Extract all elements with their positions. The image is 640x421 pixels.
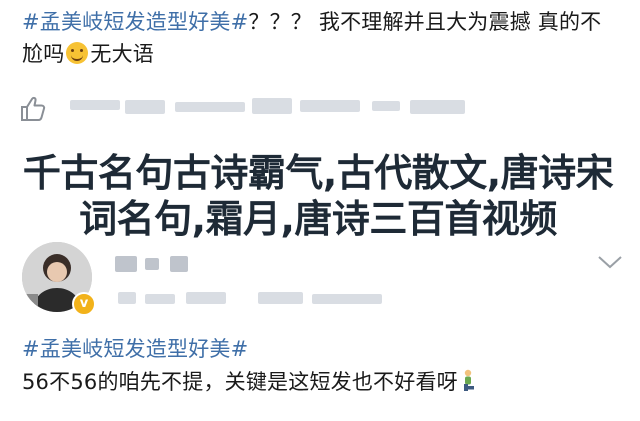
- hashtag-link[interactable]: #孟美岐短发造型好美#: [22, 333, 622, 365]
- chevron-down-icon[interactable]: [596, 252, 624, 272]
- thumbs-up-icon[interactable]: [18, 94, 48, 124]
- blurred-meta: [186, 292, 226, 304]
- verified-badge-icon: v: [72, 292, 96, 316]
- blurred-meta: [258, 292, 303, 304]
- blurred-text: [70, 100, 120, 110]
- blurred-username: [145, 258, 159, 270]
- post-text: 56不56的咱先不提，关键是这短发也不好看呀: [22, 366, 622, 398]
- blurred-text: [300, 100, 360, 112]
- hashtag-link[interactable]: #孟美岐短发造型好美#: [22, 10, 248, 34]
- blurred-text: [410, 100, 465, 114]
- blurred-username: [115, 256, 137, 272]
- blurred-meta: [118, 292, 136, 304]
- blurred-text: [372, 101, 400, 111]
- blurred-meta: [312, 294, 382, 304]
- post-text-body: 56不56的咱先不提，关键是这短发也不好看呀: [22, 370, 458, 394]
- overlay-title: 千古名句古诗霸气,古代散文,唐诗宋词名句,霜月,唐诗三百首视频: [22, 151, 614, 241]
- blurred-meta: [145, 294, 175, 304]
- blurred-text: [175, 102, 245, 112]
- smiling-face-icon: [66, 42, 89, 64]
- post-text-b: 无大语: [90, 42, 155, 66]
- blurred-username: [170, 256, 188, 272]
- person-kneeling-icon: [463, 369, 474, 391]
- post-text: #孟美岐短发造型好美#？？？ 我不理解并且大为震撼 真的不尬吗 无大语: [22, 6, 622, 70]
- blurred-text: [252, 98, 292, 114]
- blurred-text: [125, 100, 165, 114]
